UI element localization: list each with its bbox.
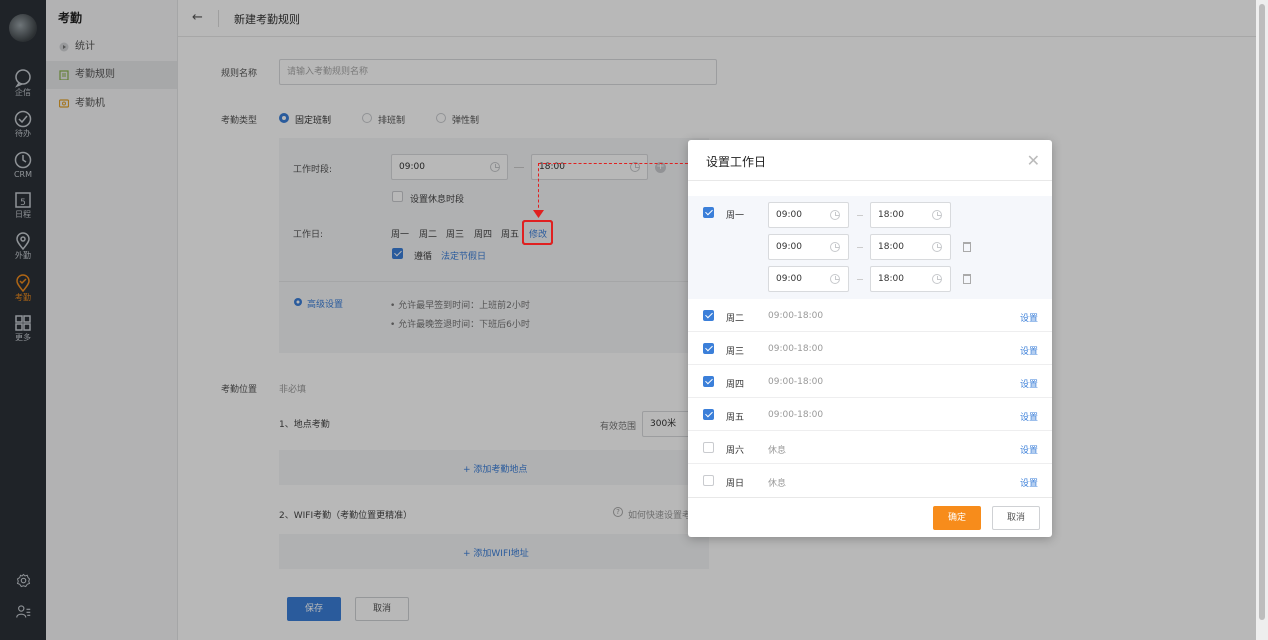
- day-time: 09:00-18:00: [768, 344, 824, 354]
- day-row: 周六 休息 设置: [688, 431, 1052, 464]
- scrollbar-thumb[interactable]: [1259, 4, 1265, 620]
- time-value: 09:00: [776, 242, 802, 252]
- monday-row: 周一 09:00 18:00 09:00 18:00 09:00 18:00: [688, 196, 1052, 299]
- day-set-link[interactable]: 设置: [1020, 476, 1038, 489]
- day-time: 09:00-18:00: [768, 410, 824, 420]
- modify-highlight-box: [522, 220, 553, 245]
- clock-icon: [830, 274, 840, 284]
- day-row: 周日 休息 设置: [688, 464, 1052, 497]
- day-name: 周四: [726, 380, 745, 390]
- modal-cancel-button[interactable]: 取消: [992, 506, 1040, 530]
- day-checkbox[interactable]: [703, 376, 714, 387]
- day-set-link[interactable]: 设置: [1020, 377, 1038, 390]
- clock-icon: [932, 274, 942, 284]
- close-icon[interactable]: ✕: [1027, 151, 1040, 170]
- monday-label: 周一: [726, 211, 745, 221]
- clock-icon: [830, 242, 840, 252]
- range-dash: [857, 279, 863, 280]
- annotation-arrow-down-icon: [533, 210, 544, 218]
- modal-footer: 确定 取消: [688, 497, 1052, 537]
- day-time: 休息: [768, 446, 787, 456]
- clock-icon: [932, 210, 942, 220]
- day-time: 09:00-18:00: [768, 377, 824, 387]
- day-name: 周三: [726, 347, 745, 357]
- trash-icon[interactable]: [963, 274, 971, 284]
- day-checkbox[interactable]: [703, 475, 714, 486]
- day-name: 周二: [726, 314, 745, 324]
- modal-title: 设置工作日: [706, 155, 767, 169]
- time-value: 18:00: [878, 210, 904, 220]
- day-checkbox[interactable]: [703, 310, 714, 321]
- mon-slot1-start[interactable]: 09:00: [768, 202, 849, 228]
- modal-header: 设置工作日 ✕: [688, 140, 1052, 181]
- mon-slot2-start[interactable]: 09:00: [768, 234, 849, 260]
- confirm-button[interactable]: 确定: [933, 506, 981, 530]
- mon-slot3-start[interactable]: 09:00: [768, 266, 849, 292]
- day-checkbox[interactable]: [703, 409, 714, 420]
- clock-icon: [932, 242, 942, 252]
- day-checkbox[interactable]: [703, 442, 714, 453]
- day-set-link[interactable]: 设置: [1020, 344, 1038, 357]
- workday-modal: 设置工作日 ✕ 周一 09:00 18:00 09:00 18:00 09:00…: [688, 140, 1052, 537]
- day-set-link[interactable]: 设置: [1020, 311, 1038, 324]
- day-set-link[interactable]: 设置: [1020, 443, 1038, 456]
- trash-icon[interactable]: [963, 242, 971, 252]
- day-time: 休息: [768, 479, 787, 489]
- day-checkbox[interactable]: [703, 343, 714, 354]
- mon-slot2-end[interactable]: 18:00: [870, 234, 951, 260]
- day-row: 周三 09:00-18:00 设置: [688, 332, 1052, 365]
- day-row: 周四 09:00-18:00 设置: [688, 365, 1052, 398]
- page-scrollbar[interactable]: [1256, 0, 1268, 640]
- annotation-line-horizontal: [538, 163, 693, 164]
- mon-slot3-end[interactable]: 18:00: [870, 266, 951, 292]
- day-name: 周日: [726, 479, 745, 489]
- day-set-link[interactable]: 设置: [1020, 410, 1038, 423]
- day-row: 周五 09:00-18:00 设置: [688, 398, 1052, 431]
- day-name: 周六: [726, 446, 745, 456]
- day-row: 周二 09:00-18:00 设置: [688, 299, 1052, 332]
- monday-checkbox[interactable]: [703, 207, 714, 218]
- time-value: 18:00: [878, 274, 904, 284]
- time-value: 09:00: [776, 210, 802, 220]
- time-value: 09:00: [776, 274, 802, 284]
- day-time: 09:00-18:00: [768, 311, 824, 321]
- day-name: 周五: [726, 413, 745, 423]
- clock-icon: [830, 210, 840, 220]
- mon-slot1-end[interactable]: 18:00: [870, 202, 951, 228]
- modal-backdrop: [0, 0, 1256, 640]
- time-value: 18:00: [878, 242, 904, 252]
- annotation-line-vertical: [538, 163, 539, 213]
- range-dash: [857, 215, 863, 216]
- range-dash: [857, 247, 863, 248]
